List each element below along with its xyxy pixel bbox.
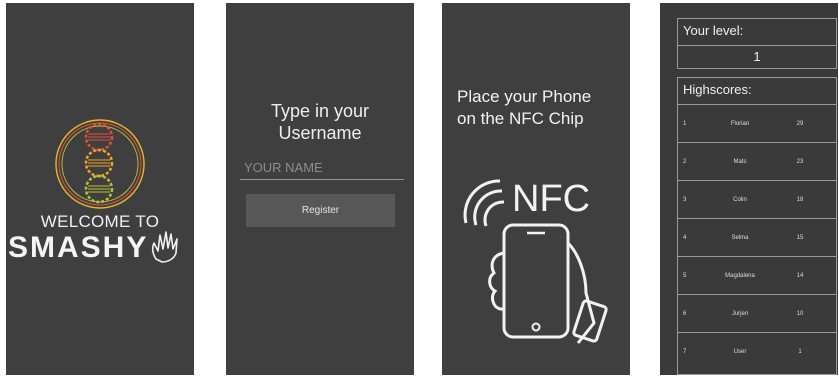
highscore-name: Mats: [733, 159, 747, 165]
highscore-name: Jurjen: [731, 311, 749, 317]
highscore-score: 1: [798, 349, 802, 355]
highscore-score: 29: [796, 121, 804, 127]
highscore-row: 2 Mats 23: [678, 143, 836, 181]
nfc-phone-icon: NFC: [463, 178, 608, 344]
smashy-logo-icon: [55, 119, 145, 209]
highscore-score: 14: [796, 273, 804, 279]
highscore-rank: 1: [683, 121, 687, 127]
highscore-name: Magdalena: [725, 273, 755, 279]
highscore-rank: 3: [683, 197, 687, 203]
highscore-rank: 6: [683, 311, 687, 317]
highscore-name: Selma: [731, 235, 749, 241]
brand-row: SMASHY: [6, 227, 194, 267]
nfc-label: NFC: [512, 178, 590, 220]
level-panel: Your level: 1: [677, 18, 837, 69]
highscore-rank: 7: [683, 349, 687, 355]
highscores-screen: Your level: 1 Highscores: 1 Florian 29 2 Mat…: [660, 3, 838, 375]
highscore-row: 4 Selma 15: [678, 219, 836, 257]
level-value: 1: [753, 49, 761, 64]
highscore-rank: 2: [683, 159, 687, 165]
username-prompt: Type in your Username: [270, 101, 370, 143]
highscore-row: 6 Jurjen 10: [678, 295, 836, 333]
highscore-row: 5 Magdalena 14: [678, 257, 836, 295]
level-title: Your level:: [683, 23, 744, 38]
highscore-score: 18: [796, 197, 804, 203]
highscore-list: 1 Florian 29 2 Mats 23 3 Colin 18 4 Selma 15 5 Magdal…: [678, 105, 836, 371]
highscore-name: Florian: [730, 121, 750, 127]
waving-hand-icon: [151, 231, 178, 263]
highscore-rank: 4: [683, 235, 687, 241]
highscores-title: Highscores:: [683, 82, 752, 97]
highscore-name: Colin: [733, 197, 747, 203]
highscore-rank: 5: [683, 273, 687, 279]
register-button[interactable]: Register: [246, 194, 395, 227]
app-name: SMASHY: [8, 231, 149, 264]
register-screen: Type in your Username Register: [226, 3, 414, 375]
highscore-name: User: [733, 349, 747, 355]
nfc-screen: Place your Phone on the NFC Chip NFC: [442, 3, 630, 375]
username-input[interactable]: [240, 155, 404, 180]
highscore-row: 1 Florian 29: [678, 105, 836, 143]
highscore-row: 3 Colin 18: [678, 181, 836, 219]
highscore-score: 10: [796, 311, 804, 317]
highscore-row: 7 User 1: [678, 333, 836, 371]
highscore-score: 23: [796, 159, 804, 165]
highscore-score: 15: [796, 235, 804, 241]
welcome-screen: WELCOME TO SMASHY: [6, 3, 194, 375]
nfc-instruction: Place your Phone on the NFC Chip: [457, 87, 592, 128]
highscores-panel: Highscores: 1 Florian 29 2 Mats 23 3 Colin 18 4 Se…: [677, 77, 837, 375]
